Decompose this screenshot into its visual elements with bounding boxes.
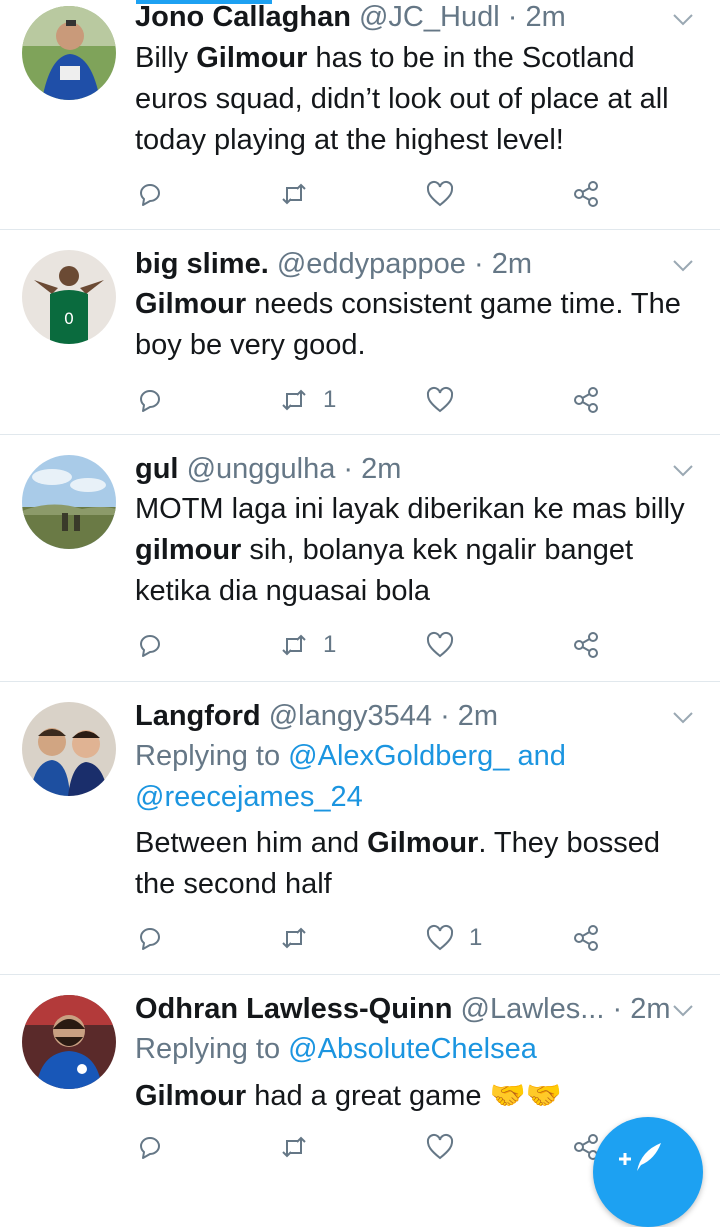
reply-icon <box>140 635 160 657</box>
tweet-text: MOTM laga ini layak diberikan ke mas bil… <box>135 493 685 607</box>
separator: · <box>612 993 623 1025</box>
chevron-down-icon[interactable] <box>670 252 696 278</box>
avatar[interactable] <box>22 702 116 796</box>
heart-icon <box>426 924 454 951</box>
share-icon <box>574 632 598 658</box>
tweet[interactable]: Jono Callaghan @JC_Hudl · 2m Billy Gilmo… <box>0 0 720 230</box>
mention-link[interactable]: @AbsoluteChelsea <box>288 1033 537 1065</box>
author-name[interactable]: gul <box>135 453 179 485</box>
share-button[interactable] <box>571 625 601 665</box>
share-icon <box>574 387 598 413</box>
reply-button[interactable] <box>135 918 179 958</box>
avatar[interactable] <box>22 455 116 549</box>
reply-button[interactable] <box>135 1127 179 1167</box>
share-button[interactable] <box>571 918 601 958</box>
tweet-text: Gilmour needs consistent game time. The … <box>135 288 681 361</box>
retweet-button[interactable]: 1 <box>279 380 336 420</box>
author-name[interactable]: big slime. <box>135 248 269 280</box>
compose-tweet-button[interactable] <box>593 1117 703 1227</box>
heart-icon <box>426 1133 454 1160</box>
tweet-header: big slime. @eddypappoe · 2m <box>135 247 670 281</box>
timestamp[interactable]: 2m <box>458 700 498 732</box>
heart-icon <box>426 180 454 207</box>
replying-to: Replying to @AbsoluteChelsea <box>135 1033 537 1065</box>
retweet-icon <box>282 927 306 949</box>
separator: · <box>440 700 450 732</box>
reply-button[interactable] <box>135 380 179 420</box>
heart-icon <box>426 631 454 658</box>
avatar[interactable]: 0 <box>22 250 116 344</box>
tweet[interactable]: 0 big slime. @eddypappoe · 2m Gilmour ne… <box>0 230 720 435</box>
like-button[interactable] <box>425 625 469 665</box>
tweet-header: Jono Callaghan @JC_Hudl · 2m <box>135 0 670 34</box>
separator: · <box>507 1 518 33</box>
reply-button[interactable] <box>135 174 179 214</box>
tweet-header: gul @unggulha · 2m <box>135 452 670 486</box>
retweet-icon <box>282 389 306 411</box>
tweet-actions <box>135 1127 615 1167</box>
like-count: 1 <box>469 924 483 951</box>
retweet-count: 1 <box>323 386 337 413</box>
reply-icon <box>140 1137 160 1159</box>
tweet-actions: 1 <box>135 918 615 958</box>
timestamp[interactable]: 2m <box>525 1 565 33</box>
chevron-down-icon[interactable] <box>670 704 696 730</box>
like-button[interactable] <box>425 1127 469 1167</box>
svg-text:0: 0 <box>64 309 74 328</box>
author-name[interactable]: Jono Callaghan <box>135 1 351 33</box>
retweet-icon <box>282 183 306 205</box>
chevron-down-icon[interactable] <box>670 6 696 32</box>
chevron-down-icon[interactable] <box>670 997 696 1023</box>
like-button[interactable] <box>425 380 469 420</box>
author-handle[interactable]: @unggulha <box>187 453 336 485</box>
avatar[interactable] <box>22 6 116 100</box>
share-icon <box>574 181 598 207</box>
compose-tweet-icon <box>619 1143 661 1171</box>
tweet-text: Between him and Gilmour. They bossed the… <box>135 827 660 900</box>
share-button[interactable] <box>571 174 601 214</box>
separator: · <box>474 248 484 280</box>
separator: · <box>343 453 354 485</box>
like-button[interactable]: 1 <box>425 918 482 958</box>
tweet[interactable]: Langford @langy3544 · 2m Replying to @Al… <box>0 682 720 975</box>
author-handle[interactable]: @eddypappoe <box>277 248 466 280</box>
retweet-count: 1 <box>323 631 337 658</box>
reply-icon <box>140 390 160 412</box>
like-button[interactable] <box>425 174 469 214</box>
retweet-icon <box>282 634 306 656</box>
replying-to: Replying to @AlexGoldberg_ and @reecejam… <box>135 740 566 813</box>
author-name[interactable]: Langford <box>135 700 261 732</box>
retweet-button[interactable] <box>279 174 323 214</box>
author-handle[interactable]: @Lawles... <box>461 993 605 1025</box>
reply-button[interactable] <box>135 625 179 665</box>
share-button[interactable] <box>571 380 601 420</box>
tweet-text: Gilmour had a great game 🤝🤝 <box>135 1080 562 1112</box>
retweet-icon <box>282 1136 306 1158</box>
tweet-actions: 1 <box>135 380 615 420</box>
reply-icon <box>140 184 160 206</box>
heart-icon <box>426 386 454 413</box>
timestamp[interactable]: 2m <box>630 993 670 1025</box>
author-name[interactable]: Odhran Lawless-Quinn <box>135 993 452 1025</box>
retweet-button[interactable] <box>279 918 323 958</box>
tweet-header: Langford @langy3544 · 2m <box>135 699 670 733</box>
timestamp[interactable]: 2m <box>361 453 401 485</box>
chevron-down-icon[interactable] <box>670 457 696 483</box>
author-handle[interactable]: @langy3544 <box>269 700 432 732</box>
tweet-text: Billy Gilmour has to be in the Scotland … <box>135 42 669 156</box>
retweet-button[interactable] <box>279 1127 323 1167</box>
tweet[interactable]: gul @unggulha · 2m MOTM laga ini layak d… <box>0 435 720 682</box>
share-icon <box>574 925 598 951</box>
reply-icon <box>140 928 160 950</box>
timestamp[interactable]: 2m <box>492 248 532 280</box>
tweet-actions: 1 <box>135 625 615 665</box>
author-handle[interactable]: @JC_Hudl <box>359 1 500 33</box>
retweet-button[interactable]: 1 <box>279 625 336 665</box>
tweet-header: Odhran Lawless-Quinn @Lawles... · 2m <box>135 992 670 1026</box>
tweet-actions <box>135 174 615 214</box>
avatar[interactable] <box>22 995 116 1089</box>
